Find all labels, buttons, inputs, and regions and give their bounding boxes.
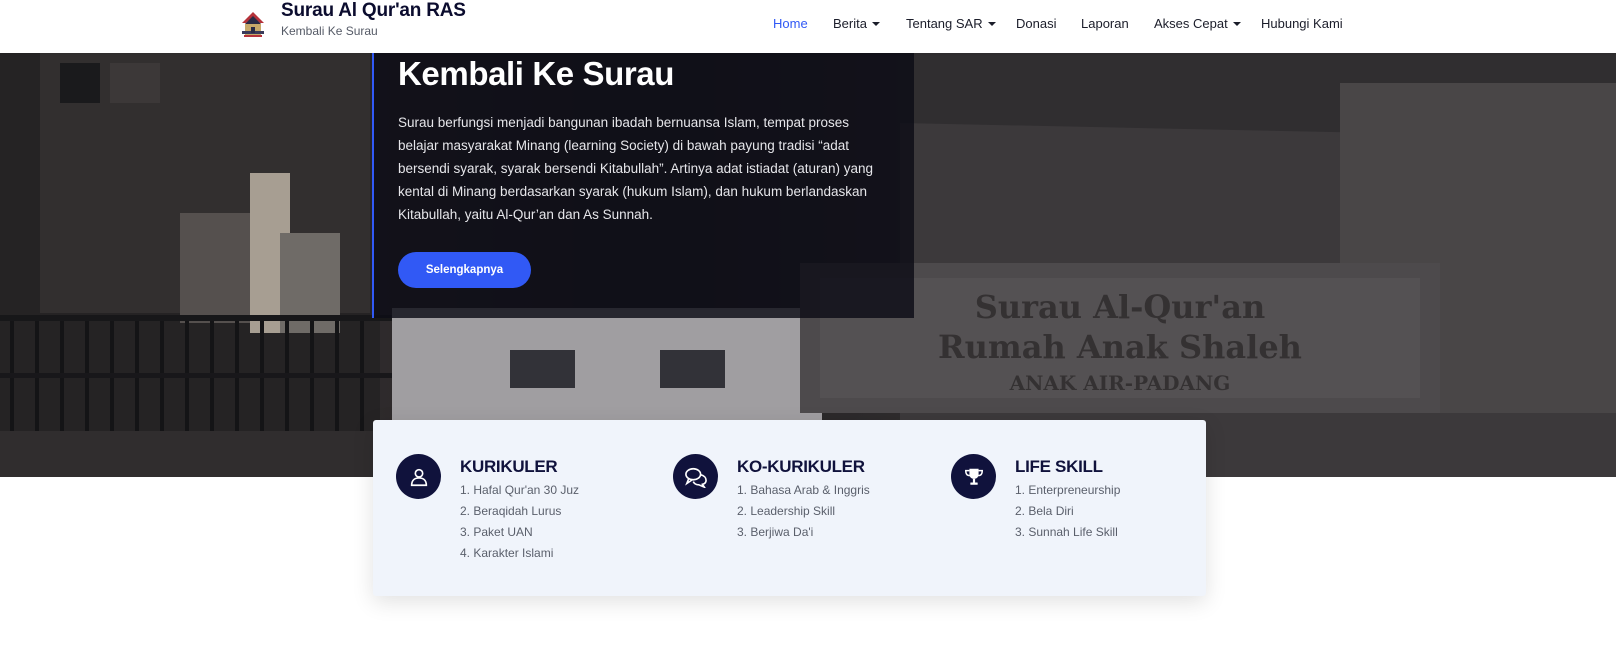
list-item: 3. Sunnah Life Skill [1015, 525, 1118, 539]
brand-subtitle: Kembali Ke Surau [281, 24, 378, 38]
nav-hubungi-kami[interactable]: Hubungi Kami [1261, 16, 1343, 31]
nav-hubungi-kami-label: Hubungi Kami [1261, 16, 1343, 31]
surau-roof-logo-icon [242, 12, 264, 37]
hero-title: Kembali Ke Surau [398, 55, 675, 92]
list-item: 2. Bela Diri [1015, 504, 1074, 518]
caret-down-icon [1232, 22, 1241, 26]
features-card: KURIKULER 1. Hafal Qur'an 30 Juz 2. Bera… [373, 420, 1206, 596]
list-item: 3. Berjiwa Da'i [737, 525, 814, 539]
caret-down-icon [871, 22, 880, 26]
nav-tentang-sar-label: Tentang SAR [906, 16, 983, 31]
brand-title: Surau Al Qur'an RAS [281, 0, 466, 21]
hero-text-panel: Kembali Ke Surau Surau berfungsi menjadi… [372, 53, 914, 318]
hero-section: Surau Al-Qur'an Rumah Anak Shaleh ANAK A… [0, 53, 1616, 477]
user-icon [396, 454, 441, 499]
nav-berita[interactable]: Berita [833, 16, 880, 31]
list-item: 4. Karakter Islami [460, 546, 554, 560]
list-item: 1. Bahasa Arab & Inggris [737, 483, 870, 497]
feature-body: LIFE SKILL 1. Enterpreneurship 2. Bela D… [1015, 454, 1215, 543]
feature-list: 1. Hafal Qur'an 30 Juz 2. Beraqidah Luru… [460, 480, 660, 564]
nav-home[interactable]: Home [773, 16, 808, 31]
feature-body: KURIKULER 1. Hafal Qur'an 30 Juz 2. Bera… [460, 454, 660, 564]
feature-body: KO-KURIKULER 1. Bahasa Arab & Inggris 2.… [737, 454, 937, 543]
nav-laporan[interactable]: Laporan [1081, 16, 1129, 31]
list-item: 2. Beraqidah Lurus [460, 504, 562, 518]
nav-akses-cepat-label: Akses Cepat [1154, 16, 1228, 31]
chat-bubbles-icon [673, 454, 718, 499]
hero-description: Surau berfungsi menjadi bangunan ibadah … [398, 115, 874, 222]
nav-donasi[interactable]: Donasi [1016, 16, 1056, 31]
feature-list: 1. Enterpreneurship 2. Bela Diri 3. Sunn… [1015, 480, 1215, 543]
list-item: 3. Paket UAN [460, 525, 533, 539]
feature-title: KO-KURIKULER [737, 457, 865, 476]
top-navbar: Surau Al Qur'an RAS Kembali Ke Surau Hom… [0, 0, 1616, 53]
list-item: 1. Hafal Qur'an 30 Juz [460, 483, 580, 497]
list-item: 1. Enterpreneurship [1015, 483, 1121, 497]
nav-donasi-label: Donasi [1016, 16, 1057, 31]
nav-laporan-label: Laporan [1081, 16, 1129, 31]
selengkapnya-button[interactable]: Selengkapnya [398, 252, 531, 288]
nav-home-label: Home [773, 16, 808, 31]
nav-tentang-sar[interactable]: Tentang SAR [906, 16, 996, 31]
trophy-icon [951, 454, 996, 499]
caret-down-icon [987, 22, 996, 26]
brand-text: Surau Al Qur'an RAS Kembali Ke Surau [281, 0, 466, 39]
feature-title: KURIKULER [460, 457, 558, 476]
feature-title: LIFE SKILL [1015, 457, 1103, 476]
nav-akses-cepat[interactable]: Akses Cepat [1154, 16, 1241, 31]
nav-berita-label: Berita [833, 16, 867, 31]
feature-list: 1. Bahasa Arab & Inggris 2. Leadership S… [737, 480, 937, 543]
list-item: 2. Leadership Skill [737, 504, 836, 518]
brand-link[interactable]: Surau Al Qur'an RAS Kembali Ke Surau [237, 0, 466, 53]
